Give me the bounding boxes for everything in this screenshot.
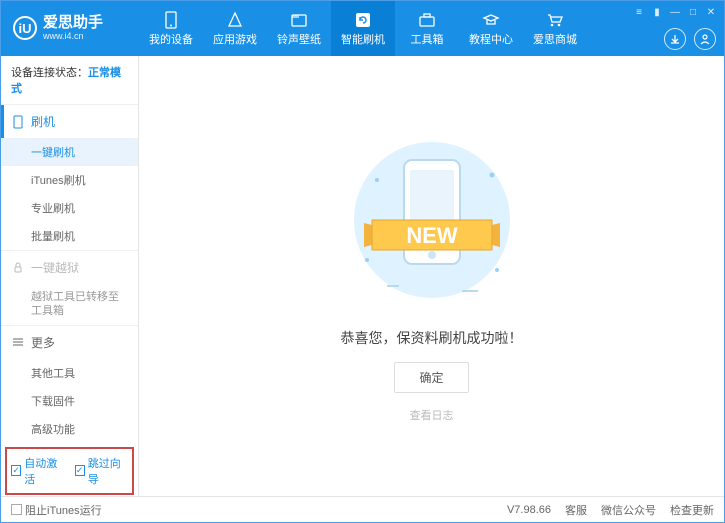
nav-tutorials[interactable]: 教程中心 — [459, 1, 523, 56]
lock-icon — [11, 262, 25, 274]
header-actions — [664, 28, 716, 50]
sidebar-item-download[interactable]: 下载固件 — [1, 387, 138, 415]
header: iU 爱思助手 www.i4.cn 我的设备 应用游戏 铃声壁纸 智能刷机 — [1, 1, 724, 56]
nav-label: 智能刷机 — [341, 31, 385, 47]
nav-tabs: 我的设备 应用游戏 铃声壁纸 智能刷机 工具箱 教程中心 — [139, 1, 587, 56]
customer-service-link[interactable]: 客服 — [565, 502, 587, 518]
main-content: NEW 恭喜您，保资料刷机成功啦！ 确定 查看日志 — [139, 56, 724, 496]
nav-label: 教程中心 — [469, 31, 513, 47]
auto-activate-checkbox[interactable]: ✓ 自动激活 — [11, 455, 65, 487]
checkbox-checked-icon: ✓ — [75, 465, 85, 476]
block-itunes-checkbox[interactable]: 阻止iTunes运行 — [11, 502, 102, 518]
cart-icon — [545, 11, 565, 29]
menu-icon[interactable]: ≡ — [632, 5, 646, 19]
apps-icon — [225, 11, 245, 29]
status-label: 设备连接状态： — [11, 67, 88, 79]
sidebar-item-pro[interactable]: 专业刷机 — [1, 194, 138, 222]
success-message: 恭喜您，保资料刷机成功啦！ — [341, 328, 523, 348]
sidebar-jailbreak-head[interactable]: 一键越狱 — [1, 251, 138, 284]
nav-label: 应用游戏 — [213, 31, 257, 47]
app-title: 爱思助手 — [43, 15, 103, 32]
nav-toolbox[interactable]: 工具箱 — [395, 1, 459, 56]
nav-store[interactable]: 爱思商城 — [523, 1, 587, 56]
nav-ringtones[interactable]: 铃声壁纸 — [267, 1, 331, 56]
checkbox-unchecked-icon — [11, 504, 22, 515]
nav-apps[interactable]: 应用游戏 — [203, 1, 267, 56]
refresh-icon — [353, 11, 373, 29]
nav-label: 铃声壁纸 — [277, 31, 321, 47]
section-title: 刷机 — [31, 113, 55, 130]
minimize-icon[interactable]: — — [668, 5, 682, 19]
download-button[interactable] — [664, 28, 686, 50]
footer-right: V7.98.66 客服 微信公众号 检查更新 — [507, 502, 714, 518]
sidebar-item-batch[interactable]: 批量刷机 — [1, 222, 138, 250]
close-icon[interactable]: ✕ — [704, 5, 718, 19]
more-icon — [11, 337, 25, 347]
sidebar-item-other[interactable]: 其他工具 — [1, 359, 138, 387]
checkbox-checked-icon: ✓ — [11, 465, 21, 476]
footer-check-label: 阻止iTunes运行 — [25, 502, 102, 518]
nav-label: 工具箱 — [411, 31, 444, 47]
nav-label: 爱思商城 — [533, 31, 577, 47]
logo-icon: iU — [13, 16, 37, 40]
graduation-icon — [481, 11, 501, 29]
version-label: V7.98.66 — [507, 504, 551, 516]
sidebar-options-highlight: ✓ 自动激活 ✓ 跳过向导 — [5, 447, 134, 495]
window-controls: ≡ ▮ — □ ✕ — [632, 5, 718, 19]
logo: iU 爱思助手 www.i4.cn — [1, 15, 139, 41]
wechat-link[interactable]: 微信公众号 — [601, 502, 656, 518]
section-title: 一键越狱 — [31, 259, 79, 276]
sidebar-more-section: 更多 其他工具 下载固件 高级功能 — [1, 326, 138, 443]
sidebar-flash-section: 刷机 一键刷机 iTunes刷机 专业刷机 批量刷机 — [1, 105, 138, 251]
folder-icon — [289, 11, 309, 29]
sidebar-flash-head[interactable]: 刷机 — [1, 105, 138, 138]
check-label: 自动激活 — [24, 455, 64, 487]
section-title: 更多 — [31, 334, 55, 351]
phone-small-icon — [11, 115, 25, 129]
maximize-icon[interactable]: □ — [686, 5, 700, 19]
jailbreak-note: 越狱工具已转移至工具箱 — [1, 284, 138, 325]
user-button[interactable] — [694, 28, 716, 50]
success-illustration: NEW — [332, 130, 532, 310]
skip-guide-checkbox[interactable]: ✓ 跳过向导 — [75, 455, 129, 487]
content-body: 设备连接状态：正常模式 刷机 一键刷机 iTunes刷机 专业刷机 批量刷机 一… — [1, 56, 724, 496]
toolbox-icon — [417, 11, 437, 29]
check-update-link[interactable]: 检查更新 — [670, 502, 714, 518]
banner-text: NEW — [406, 223, 458, 248]
bookmark-icon[interactable]: ▮ — [650, 5, 664, 19]
footer-left: 阻止iTunes运行 — [11, 502, 102, 518]
nav-flash[interactable]: 智能刷机 — [331, 1, 395, 56]
sidebar-more-head[interactable]: 更多 — [1, 326, 138, 359]
app-subtitle: www.i4.cn — [43, 32, 103, 42]
nav-label: 我的设备 — [149, 31, 193, 47]
nav-my-device[interactable]: 我的设备 — [139, 1, 203, 56]
sidebar-item-itunes[interactable]: iTunes刷机 — [1, 166, 138, 194]
phone-icon — [161, 11, 181, 29]
sidebar-item-advanced[interactable]: 高级功能 — [1, 415, 138, 443]
sidebar-jailbreak-section: 一键越狱 越狱工具已转移至工具箱 — [1, 251, 138, 326]
sidebar-item-oneclick[interactable]: 一键刷机 — [1, 138, 138, 166]
sidebar: 设备连接状态：正常模式 刷机 一键刷机 iTunes刷机 专业刷机 批量刷机 一… — [1, 56, 139, 496]
check-label: 跳过向导 — [88, 455, 128, 487]
footer: 阻止iTunes运行 V7.98.66 客服 微信公众号 检查更新 — [1, 496, 724, 522]
connection-status: 设备连接状态：正常模式 — [1, 56, 138, 105]
ok-button[interactable]: 确定 — [394, 362, 468, 393]
app-window: iU 爱思助手 www.i4.cn 我的设备 应用游戏 铃声壁纸 智能刷机 — [0, 0, 725, 523]
view-log-link[interactable]: 查看日志 — [410, 407, 454, 423]
